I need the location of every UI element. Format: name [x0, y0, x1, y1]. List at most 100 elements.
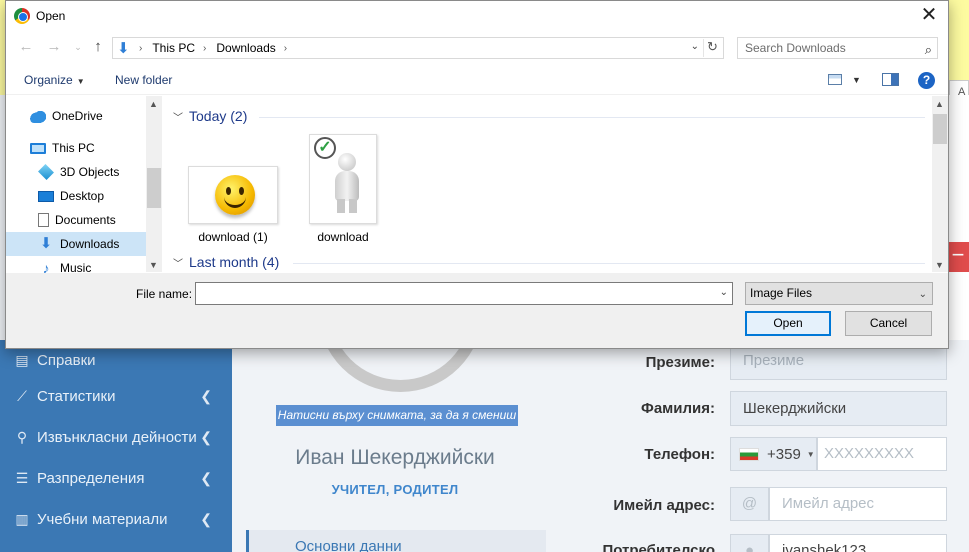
- username-label: Потребителско: [602, 542, 715, 552]
- dialog-title-bar[interactable]: Open ✕: [6, 1, 948, 31]
- close-button[interactable]: ✕: [916, 3, 942, 29]
- file-list-scrollbar[interactable]: ▲ ▼: [932, 96, 948, 272]
- breadcrumb-downloads[interactable]: Downloads: [216, 41, 275, 55]
- breadcrumb-separator-icon[interactable]: ›: [284, 43, 287, 54]
- checkmark-figure-image: ✓: [309, 134, 377, 224]
- view-options-caret-icon[interactable]: ▼: [852, 75, 861, 85]
- figure-body: [335, 171, 359, 201]
- phone-label: Телефон:: [644, 446, 715, 463]
- tab-basic-data[interactable]: ● Основни данни: [246, 530, 546, 552]
- downloads-icon: ⬇: [117, 40, 130, 57]
- file-type-select[interactable]: Image Files ⌄: [745, 282, 933, 305]
- desktop-icon: [38, 190, 54, 202]
- sidebar-item-extracurricular[interactable]: ⚲ Извънкласни дейности ❮: [0, 417, 232, 457]
- nav-item-onedrive[interactable]: OneDrive: [6, 104, 146, 128]
- recent-dropdown-icon[interactable]: ⌄: [68, 42, 88, 53]
- nav-item-downloads[interactable]: ⬇ Downloads: [6, 232, 146, 256]
- breadcrumb-separator-icon[interactable]: ›: [139, 43, 142, 54]
- group-label: Last month (4): [189, 254, 280, 270]
- refresh-icon[interactable]: ↻: [703, 39, 721, 57]
- caret-down-icon: ▼: [806, 449, 815, 459]
- nav-item-label: OneDrive: [52, 109, 103, 123]
- reference-icon: ▤: [15, 351, 29, 368]
- group-divider: [259, 117, 925, 118]
- chart-icon: ⟋: [17, 387, 27, 404]
- help-icon[interactable]: ?: [918, 72, 935, 89]
- organize-label: Organize: [24, 73, 73, 87]
- preview-pane-icon[interactable]: [882, 73, 899, 86]
- nav-scrollbar[interactable]: ▲ ▼: [146, 96, 162, 272]
- chevron-left-icon: ❮: [200, 470, 212, 486]
- back-arrow-icon[interactable]: ←: [16, 38, 36, 55]
- scroll-thumb[interactable]: [933, 114, 947, 144]
- profile-role: УЧИТЕЛ, РОДИТЕЛ: [331, 482, 459, 497]
- nav-item-desktop[interactable]: Desktop: [6, 184, 146, 208]
- sidebar-item-statistics[interactable]: ⟋ Статистики ❮: [0, 376, 232, 416]
- list-icon: ☰: [15, 469, 29, 486]
- figure-legs: [337, 199, 357, 213]
- nav-item-label: Desktop: [60, 189, 105, 203]
- 3d-objects-icon: [38, 164, 54, 180]
- group-header-today[interactable]: ﹀ Today (2): [173, 108, 247, 124]
- group-header-last-month[interactable]: ﹀ Last month (4): [173, 254, 279, 270]
- last-name-field[interactable]: Шекерджийски: [730, 391, 947, 426]
- file-item[interactable]: download (1): [183, 166, 283, 244]
- scroll-thumb[interactable]: [147, 168, 161, 208]
- forward-arrow-icon[interactable]: →: [44, 38, 64, 55]
- sidebar-item-label: Статистики: [37, 387, 116, 405]
- organize-button[interactable]: Organize ▼: [24, 73, 85, 87]
- open-button[interactable]: Open: [745, 311, 831, 336]
- address-bar[interactable]: ⬇ › This PC › Downloads › ⌄ ↻: [112, 37, 724, 59]
- breadcrumb-separator-icon[interactable]: ›: [203, 43, 206, 54]
- nav-item-3d-objects[interactable]: 3D Objects: [6, 160, 146, 184]
- file-name-input[interactable]: ⌄: [195, 282, 733, 305]
- sidebar-item-materials[interactable]: ▥ Учебни материали ❮: [0, 499, 232, 539]
- email-field[interactable]: Имейл адрес: [769, 487, 947, 521]
- sidebar: ▤ Справки ⟋ Статистики ❮ ⚲ Извънкласни д…: [0, 340, 232, 552]
- running-icon: ⚲: [16, 428, 28, 445]
- up-arrow-icon[interactable]: ↑: [88, 38, 108, 55]
- file-item[interactable]: ✓ download: [303, 134, 383, 244]
- chevron-left-icon: ❮: [200, 511, 212, 527]
- middle-name-placeholder: Презиме: [743, 352, 805, 369]
- chevron-down-icon: ﹀: [173, 258, 183, 270]
- red-minus-tab[interactable]: −: [947, 242, 969, 272]
- phone-number-field[interactable]: XXXXXXXXX: [817, 437, 947, 471]
- cancel-button[interactable]: Cancel: [845, 311, 932, 336]
- file-type-value: Image Files: [750, 286, 813, 300]
- navigation-pane: OneDrive This PC 3D Objects Desktop Docu…: [6, 96, 162, 275]
- phone-country-select[interactable]: +359 ▼: [730, 437, 817, 471]
- user-addon-icon: ●: [730, 534, 769, 552]
- nav-item-documents[interactable]: Documents: [6, 208, 146, 232]
- tab-label: Основни данни: [295, 538, 402, 552]
- change-view-icon[interactable]: [828, 74, 842, 85]
- sidebar-item-distributions[interactable]: ☰ Разпределения ❮: [0, 458, 232, 498]
- email-label: Имейл адрес:: [613, 497, 715, 514]
- downloads-icon: ⬇: [39, 235, 53, 252]
- open-file-dialog: Open ✕ ← → ⌄ ↑ ⬇ › This PC › Downloads ›…: [5, 0, 949, 349]
- file-name-label: File name:: [136, 287, 193, 301]
- breadcrumb-this-pc[interactable]: This PC: [152, 41, 195, 55]
- scroll-up-icon[interactable]: ▲: [149, 99, 158, 109]
- new-folder-button[interactable]: New folder: [115, 73, 172, 87]
- scroll-down-icon[interactable]: ▼: [935, 260, 944, 270]
- search-placeholder: Search Downloads: [745, 41, 846, 55]
- this-pc-icon: [30, 142, 46, 154]
- search-input[interactable]: Search Downloads ⌕: [737, 37, 938, 59]
- nav-item-label: 3D Objects: [60, 165, 120, 179]
- figure-head: [338, 153, 356, 171]
- username-field[interactable]: ivanshek123: [769, 534, 947, 552]
- file-list-pane: ﹀ Today (2) download (1) ✓ download ﹀ La…: [163, 96, 948, 272]
- photo-change-hint[interactable]: Натисни върху снимката, за да я смениш: [276, 405, 518, 426]
- middle-name-label: Презиме:: [645, 354, 715, 371]
- nav-item-label: This PC: [52, 141, 95, 155]
- nav-item-this-pc[interactable]: This PC: [6, 136, 146, 160]
- chevron-down-icon: ⌄: [918, 289, 927, 300]
- chevron-down-icon[interactable]: ⌄: [720, 287, 728, 298]
- last-name-label: Фамилия:: [641, 400, 715, 417]
- at-sign-icon: @: [730, 487, 769, 521]
- scroll-down-icon[interactable]: ▼: [149, 260, 158, 270]
- address-dropdown-icon[interactable]: ⌄: [691, 41, 699, 52]
- nav-item-label: Documents: [55, 213, 116, 227]
- scroll-up-icon[interactable]: ▲: [935, 99, 944, 109]
